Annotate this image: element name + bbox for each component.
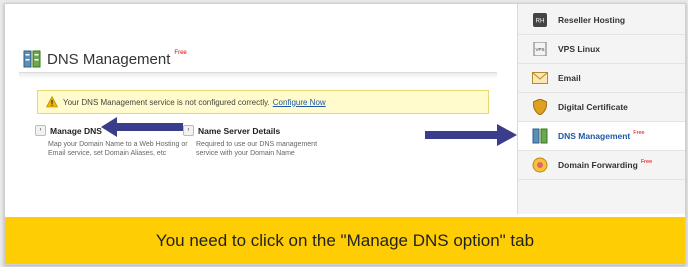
caption-text: You need to click on the "Manage DNS opt… <box>155 230 535 250</box>
menu-item-reseller-hosting[interactable]: RH Reseller Hosting <box>518 6 685 35</box>
arrow-right-icon <box>425 124 517 146</box>
name-server-description: Required to use our DNS management servi… <box>196 141 318 157</box>
warning-banner: Your DNS Management service is not confi… <box>37 90 489 114</box>
name-server-title[interactable]: Name Server Details <box>198 126 280 136</box>
envelope-icon <box>532 70 548 86</box>
svg-text:RH: RH <box>536 19 545 25</box>
vps-icon: VPS <box>532 41 548 57</box>
chevron-right-icon: › <box>183 125 194 136</box>
chevron-right-icon: › <box>35 125 46 136</box>
rh-icon: RH <box>532 12 548 28</box>
page-title: DNS Management <box>47 50 171 68</box>
free-badge: Free <box>640 159 653 165</box>
manage-dns-description: Map your Domain Name to a Web Hosting or… <box>48 141 188 157</box>
name-server-header[interactable]: › Name Server Details <box>183 125 343 136</box>
menu-item-dns-management[interactable]: DNS Management Free <box>518 122 685 151</box>
menu-item-vps-linux[interactable]: VPS VPS Linux <box>518 35 685 64</box>
menu-item-label: Email <box>558 73 581 83</box>
manage-dns-title[interactable]: Manage DNS <box>50 126 102 136</box>
menu-item-label: VPS Linux <box>558 44 601 54</box>
main-panel: DNS Management Free Your DNS Management … <box>5 4 517 214</box>
menu-item-label: Domain Forwarding <box>558 160 638 170</box>
free-badge: Free <box>633 130 645 136</box>
dns-icon <box>532 128 548 144</box>
product-sidebar: RH Reseller Hosting VPS VPS Linux Email … <box>517 4 685 214</box>
menu-item-digital-certificate[interactable]: Digital Certificate <box>518 93 685 122</box>
free-badge: Free <box>174 50 187 56</box>
instruction-caption: You need to click on the "Manage DNS opt… <box>5 217 685 264</box>
menu-item-label: DNS Management <box>558 131 631 141</box>
dns-management-icon <box>23 50 41 68</box>
page-header: DNS Management Free <box>23 46 187 72</box>
shield-icon <box>532 99 548 115</box>
configure-now-link[interactable]: Configure Now <box>273 98 326 107</box>
menu-item-email[interactable]: Email <box>518 64 685 93</box>
menu-item-label: Digital Certificate <box>558 102 628 112</box>
menu-item-label: Reseller Hosting <box>558 15 626 25</box>
name-server-details-option[interactable]: › Name Server Details Required to use ou… <box>183 125 343 158</box>
svg-text:VPS: VPS <box>535 47 544 52</box>
arrow-left-icon <box>101 117 183 137</box>
header-divider <box>19 72 497 79</box>
menu-item-domain-forwarding[interactable]: Domain Forwarding Free <box>518 151 685 180</box>
forwarding-icon <box>532 157 548 173</box>
screenshot-frame: DNS Management Free Your DNS Management … <box>4 3 686 265</box>
warning-message: Your DNS Management service is not confi… <box>63 97 270 107</box>
warning-icon <box>46 96 58 108</box>
